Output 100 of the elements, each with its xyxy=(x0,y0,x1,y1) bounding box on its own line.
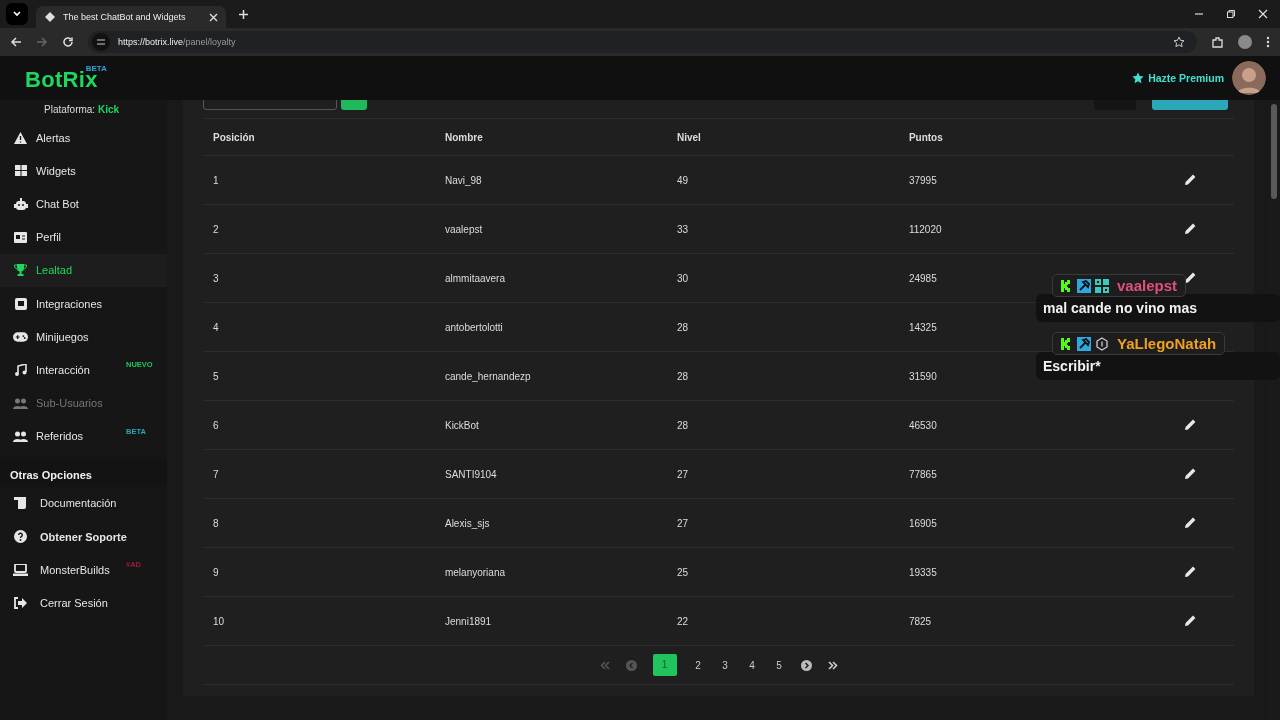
table-cell: SANTI9104 xyxy=(444,468,497,480)
menu-icon[interactable] xyxy=(1266,36,1270,48)
table-cell: antobertolotti xyxy=(444,321,503,333)
table-cell: 46530 xyxy=(908,419,937,431)
card-icon xyxy=(13,231,28,243)
edit-icon[interactable] xyxy=(1185,418,1196,430)
question-icon xyxy=(13,530,28,544)
address-bar[interactable]: https://botrix.live/panel/loyalty xyxy=(88,31,1197,53)
restore-icon[interactable] xyxy=(1226,9,1236,19)
table-cell: vaalepst xyxy=(444,223,483,235)
user-avatar[interactable] xyxy=(1232,61,1266,95)
page-button[interactable]: 5 xyxy=(773,659,785,671)
logo[interactable]: BotRixBETA xyxy=(25,63,107,93)
tab-search-button[interactable] xyxy=(6,3,28,25)
scroll-icon xyxy=(13,497,28,510)
sidebar-item[interactable]: Minijuegos xyxy=(0,320,167,354)
table-cell: 37995 xyxy=(908,174,937,186)
table-cell: KickBot xyxy=(444,419,479,431)
premium-link[interactable]: Hazte Premium xyxy=(1148,72,1224,84)
table-cell: 7825 xyxy=(908,615,932,627)
music-icon xyxy=(13,363,28,376)
page-button[interactable]: 2 xyxy=(692,659,704,671)
k-badge-icon xyxy=(1059,278,1073,293)
new-tab-icon[interactable] xyxy=(238,8,249,20)
table-cell: 10 xyxy=(213,615,225,627)
sidebar-item[interactable]: Alertas xyxy=(0,121,167,155)
table-cell: 22 xyxy=(676,615,689,627)
table-cell: 27 xyxy=(676,517,689,529)
logout-icon xyxy=(13,597,28,610)
table-cell: 33 xyxy=(676,223,689,235)
chat-username: vaalepst xyxy=(1117,277,1178,294)
table-cell: 14325 xyxy=(908,321,937,333)
page-button[interactable]: 4 xyxy=(746,659,758,671)
page-button[interactable]: 3 xyxy=(719,659,731,671)
table-cell: 28 xyxy=(676,370,689,382)
table-cell: 3 xyxy=(213,272,219,284)
platform-label: Plataforma: Kick xyxy=(43,103,121,117)
site-settings-icon[interactable] xyxy=(92,33,110,51)
extensions-icon[interactable] xyxy=(1211,35,1224,49)
table-cell: 112020 xyxy=(908,223,942,235)
tab-title: The best ChatBot and Widgets xyxy=(63,12,187,22)
chat-username: YaLlegoNatah xyxy=(1117,335,1217,352)
next-page-icon[interactable] xyxy=(800,659,812,671)
table-cell: 16905 xyxy=(908,517,937,529)
table-cell: 24985 xyxy=(908,272,937,284)
browser-tab[interactable]: The best ChatBot and Widgets xyxy=(36,6,226,28)
bookmark-star-icon[interactable] xyxy=(1173,36,1185,48)
close-icon[interactable] xyxy=(209,12,218,22)
table-cell: cande_hernandezp xyxy=(444,370,531,382)
table-cell: 31590 xyxy=(908,370,937,382)
gamepad-icon xyxy=(13,331,28,342)
table-cell: Navi_98 xyxy=(444,174,482,186)
column-header: Nivel xyxy=(666,119,899,156)
table-cell: 49 xyxy=(676,174,689,186)
profile-avatar[interactable] xyxy=(1238,35,1252,49)
edit-icon[interactable] xyxy=(1185,271,1196,283)
users-icon xyxy=(13,397,28,409)
sidebar-item[interactable]: Documentación xyxy=(0,486,167,521)
table-cell: 2 xyxy=(213,223,219,235)
table-cell: 4 xyxy=(213,321,219,333)
star-icon[interactable] xyxy=(1132,72,1145,84)
table-cell: 77865 xyxy=(908,468,937,480)
table-cell: 30 xyxy=(676,272,689,284)
back-icon[interactable] xyxy=(10,36,22,48)
table-cell: 8 xyxy=(213,517,219,529)
table-cell: 6 xyxy=(213,419,219,431)
table-cell: melanyoriana xyxy=(444,566,505,578)
reload-icon[interactable] xyxy=(62,36,74,48)
users-icon xyxy=(13,430,28,442)
sidebar-item[interactable]: Perfil xyxy=(0,220,167,254)
sidebar-item[interactable]: Integraciones xyxy=(0,286,167,321)
table-cell: almmitaavera xyxy=(444,272,505,284)
table-cell: 27 xyxy=(676,468,689,480)
column-header: Puntos xyxy=(898,119,1131,156)
table-cell: Alexis_sjs xyxy=(444,517,490,529)
caret-icon xyxy=(12,9,22,19)
sidebar-item[interactable]: Lealtad xyxy=(0,253,167,287)
sidebar-item[interactable]: Chat Bot xyxy=(0,187,167,221)
forward-icon[interactable] xyxy=(36,36,48,48)
edit-icon[interactable] xyxy=(1185,222,1196,234)
edit-icon[interactable] xyxy=(1185,516,1196,528)
close-icon[interactable] xyxy=(1258,9,1268,19)
sidebar-item[interactable]: Obtener Soporte xyxy=(0,520,167,554)
edit-icon[interactable] xyxy=(1185,173,1196,185)
grid-icon xyxy=(13,165,28,177)
last-page-icon[interactable] xyxy=(827,660,838,670)
sidebar-item[interactable]: Widgets xyxy=(0,154,167,188)
table-cell: 28 xyxy=(676,419,689,431)
sidebar-item[interactable]: Cerrar Sesión xyxy=(0,586,167,620)
table-cell: 9 xyxy=(213,566,219,578)
table-cell: Jenni1891 xyxy=(444,615,492,627)
page-button[interactable]: 1 xyxy=(652,654,677,676)
table-cell: 28 xyxy=(676,321,689,333)
hexagon-badge-icon xyxy=(1095,336,1109,351)
scrollbar[interactable] xyxy=(1271,104,1277,199)
edit-icon[interactable] xyxy=(1185,467,1196,479)
column-header: Posición xyxy=(203,119,435,156)
edit-icon[interactable] xyxy=(1185,614,1196,626)
edit-icon[interactable] xyxy=(1185,565,1196,577)
chat-message: Escribir* xyxy=(1036,352,1280,380)
